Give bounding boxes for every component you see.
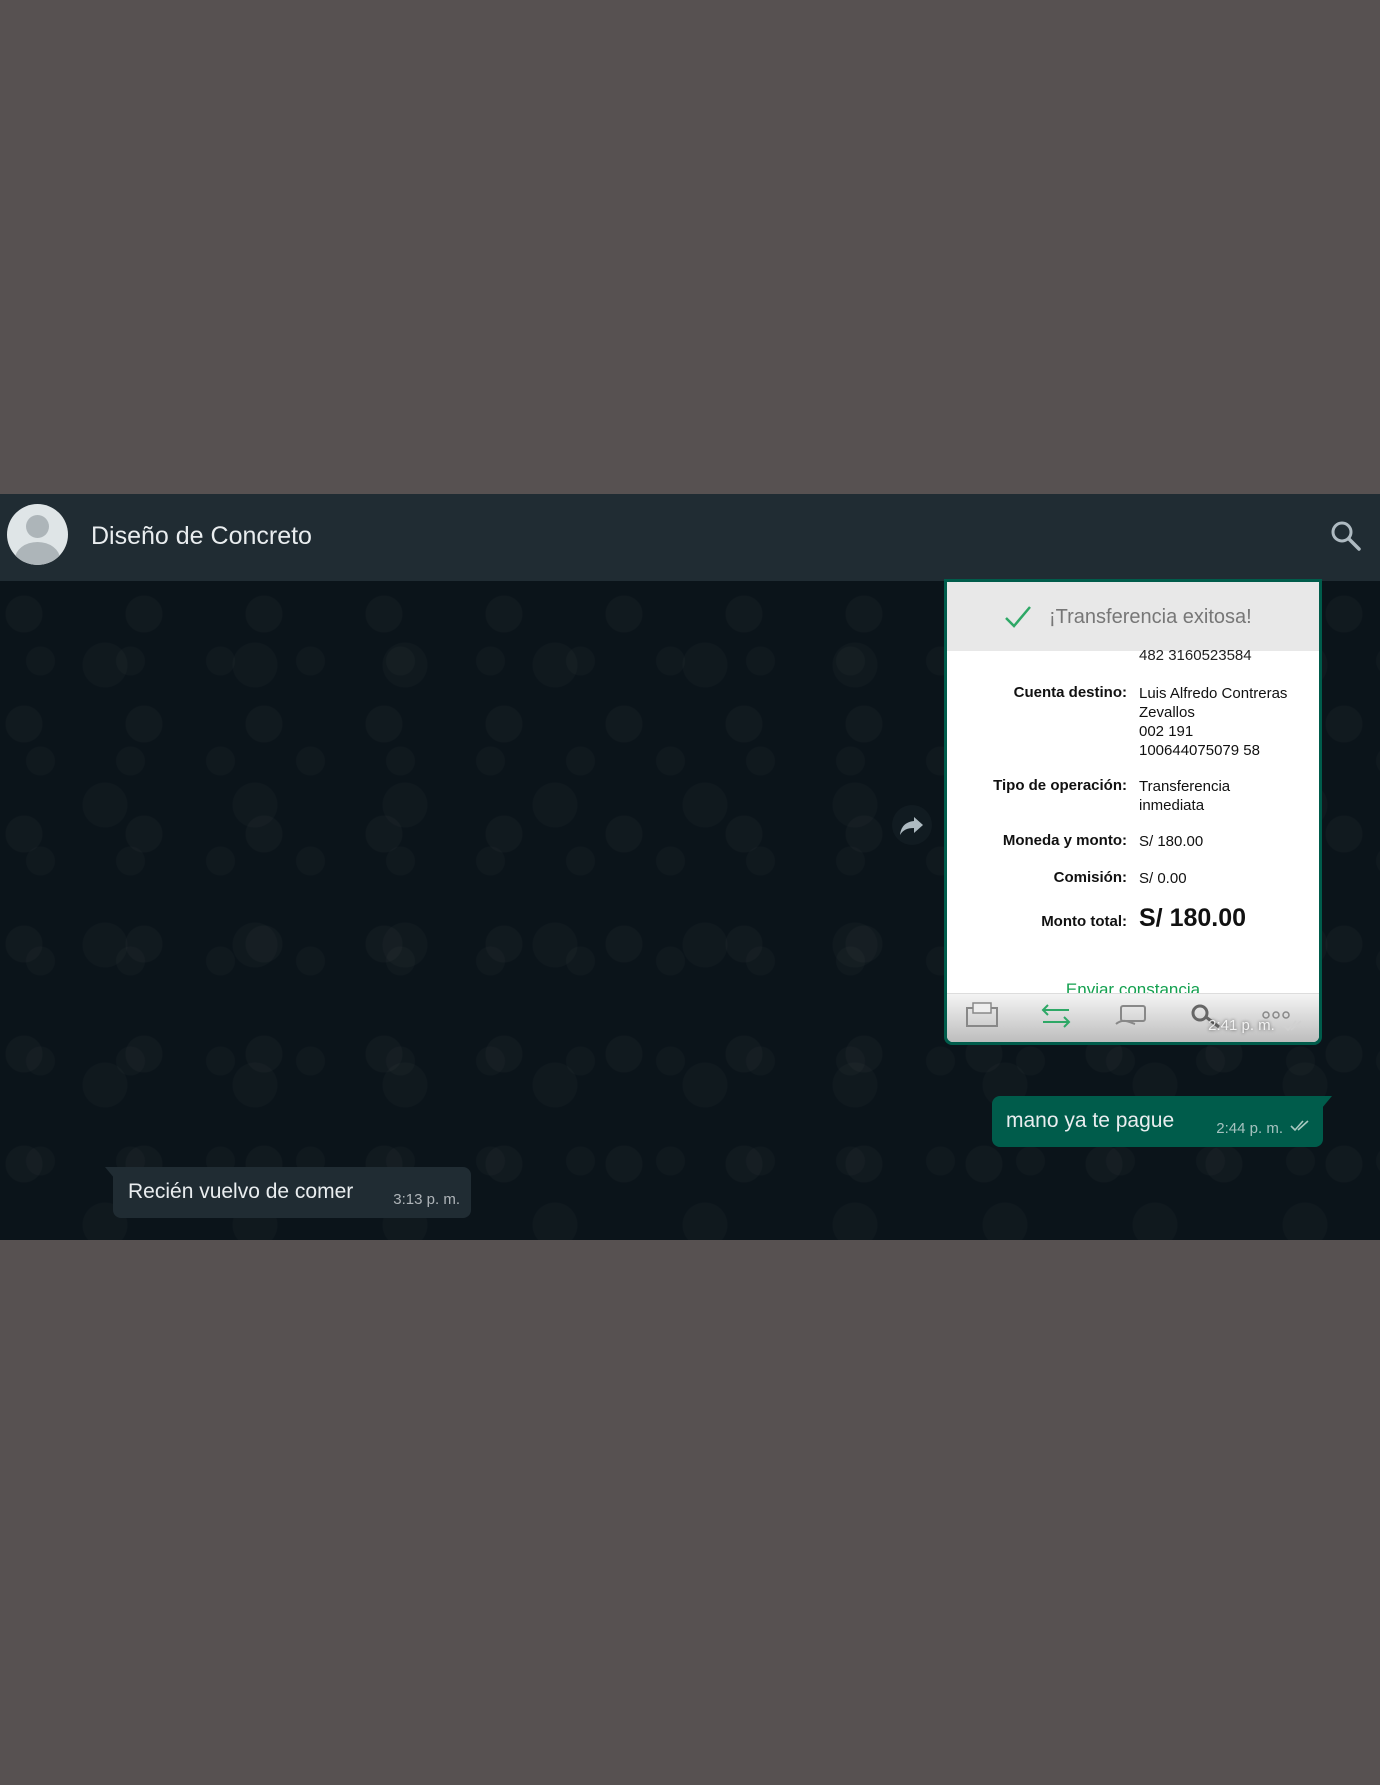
double-check-icon <box>1283 1020 1302 1032</box>
receipt-total-label: Monto total: <box>1041 913 1127 930</box>
search-icon[interactable] <box>1328 518 1362 552</box>
receipt-value-line: inmediata <box>1139 797 1205 814</box>
avatar[interactable] <box>7 504 68 565</box>
receipt-origin-account: 482 3160523584 <box>1139 647 1252 664</box>
image-message-time: 2:41 p. m. <box>1208 1017 1303 1034</box>
receipt-value-line: Zevallos <box>1139 704 1195 721</box>
transfer-arrows-icon <box>1041 1004 1071 1028</box>
receipt-value-line: Luis Alfredo Contreras <box>1139 685 1288 702</box>
double-check-icon <box>1290 1120 1309 1132</box>
receipt-banner-text: ¡Transferencia exitosa! <box>1049 606 1252 628</box>
message-time: 3:13 p. m. <box>393 1191 460 1208</box>
avatar-head-shape <box>26 515 49 538</box>
receipt-label: Moneda y monto: <box>1002 832 1127 849</box>
contact-name[interactable]: Diseño de Concreto <box>91 522 312 551</box>
receipt-label: Tipo de operación: <box>993 777 1127 794</box>
message-text: mano ya te pague <box>1006 1109 1175 1132</box>
chat-header: Diseño de Concreto <box>0 494 1380 581</box>
receipt-label: Cuenta destino: <box>1013 684 1127 701</box>
transfer-receipt-image[interactable]: ¡Transferencia exitosa! 482 3160523584 C… <box>947 582 1319 1042</box>
receipt-total-value: S/ 180.00 <box>1139 904 1247 932</box>
receipt-value: Luis Alfredo Contreras Zevallos 002 191 … <box>1139 684 1314 760</box>
receipt-value-line: Transferencia <box>1139 778 1231 795</box>
receipt-bottom-nav: 2:41 p. m. <box>947 993 1319 1042</box>
receipt-value: Transferencia inmediata <box>1139 777 1314 815</box>
receipt-value: S/ 180.00 <box>1139 832 1314 851</box>
receipt-label: Comisión: <box>1053 869 1127 886</box>
wallet-icon <box>966 1002 998 1027</box>
avatar-body-shape <box>15 542 60 565</box>
receipt-value: S/ 0.00 <box>1139 869 1314 888</box>
receipt-value-line: 002 191 <box>1139 723 1194 740</box>
message-time: 2:44 p. m. <box>1216 1120 1283 1137</box>
receipt-value-line: S/ 180.00 <box>1139 833 1204 850</box>
chat-window: Diseño de Concreto ¡Transferencia exitos… <box>0 494 1380 1240</box>
image-message[interactable]: ¡Transferencia exitosa! 482 3160523584 C… <box>944 579 1322 1045</box>
incoming-message[interactable]: Recién vuelvo de comer 3:13 p. m. <box>113 1167 471 1218</box>
message-text: Recién vuelvo de comer <box>128 1180 354 1203</box>
receipt-success-banner: ¡Transferencia exitosa! <box>947 582 1319 651</box>
message-time: 2:41 p. m. <box>1208 1017 1275 1034</box>
outgoing-message[interactable]: mano ya te pague 2:44 p. m. <box>992 1096 1323 1147</box>
receipt-value-line: S/ 0.00 <box>1139 870 1187 887</box>
message-list[interactable]: ¡Transferencia exitosa! 482 3160523584 C… <box>0 579 1380 1240</box>
payment-card-icon <box>1115 1005 1146 1025</box>
outgoing-bubble-tail <box>1322 1096 1332 1108</box>
receipt-value-line: 100644075079 58 <box>1139 742 1260 759</box>
checkmark-icon <box>1005 606 1031 628</box>
forward-icon[interactable] <box>892 805 932 845</box>
